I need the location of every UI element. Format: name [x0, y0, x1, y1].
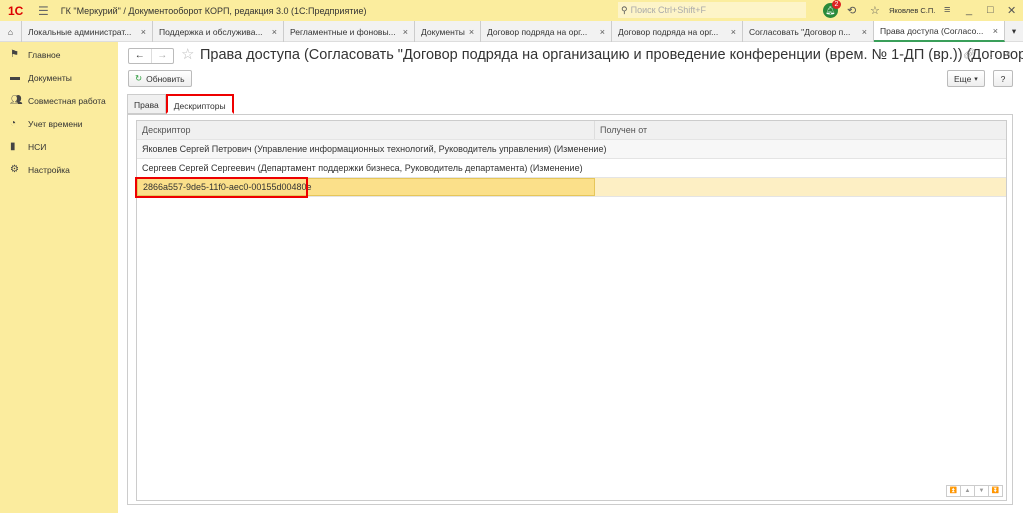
close-icon[interactable]: × — [403, 27, 408, 37]
search-icon: ⚲ — [621, 4, 628, 15]
sidebar-item-collaboration[interactable]: 👥︎ Совместная работа — [0, 89, 118, 112]
refresh-icon: ↻ — [135, 73, 143, 83]
tabs-dropdown[interactable]: ▾ — [1005, 21, 1023, 42]
column-header-received-from[interactable]: Получен от — [595, 121, 1006, 139]
sidebar-item-nsi[interactable]: ▮ НСИ — [0, 135, 118, 158]
close-icon[interactable]: × — [862, 27, 867, 37]
stopwatch-icon: ◔ — [10, 118, 17, 129]
close-icon[interactable]: × — [731, 27, 736, 37]
user-name[interactable]: Яковлев С.П. — [889, 6, 935, 15]
settings-menu-icon[interactable]: ≡ — [944, 4, 950, 16]
column-header-descriptor[interactable]: Дескриптор — [137, 121, 595, 139]
folder-icon: ▬ — [10, 72, 20, 83]
reference-books-icon: ▮ — [10, 141, 16, 152]
page-title: Права доступа (Согласовать "Договор подр… — [200, 47, 1023, 63]
table-scroll-buttons: ⏫ ▲ ▼ ⏬ — [946, 485, 1003, 497]
descriptor-cell: Сергеев Сергей Сергеевич (Департамент по… — [142, 163, 583, 173]
tab-support[interactable]: Поддержка и обслужива... × — [153, 21, 284, 42]
descriptor-cell: Яковлев Сергей Петрович (Управление инфо… — [142, 144, 607, 154]
received-from-cell — [595, 140, 1006, 158]
forward-arrow-icon[interactable]: → — [150, 49, 174, 63]
flag-icon: ⚑ — [10, 49, 19, 60]
history-icon[interactable]: ⟲ — [847, 4, 856, 17]
minimize-icon[interactable]: _ — [966, 4, 972, 16]
descriptors-table: Дескриптор Получен от Яковлев Сергей Пет… — [135, 120, 1007, 501]
tab-local-admins[interactable]: Локальные администрат... × — [22, 21, 153, 42]
link-icon[interactable]: 🔗︎ — [963, 49, 976, 60]
sidebar-item-documents[interactable]: ▬ Документы — [0, 66, 118, 89]
sidebar-item-main[interactable]: ⚑ Главное — [0, 43, 118, 66]
sidebar-item-settings[interactable]: ⚙ Настройка — [0, 158, 118, 181]
more-actions-icon[interactable]: ⋮ — [986, 49, 996, 60]
table-row[interactable]: Сергеев Сергей Сергеевич (Департамент по… — [137, 159, 1006, 178]
descriptor-cell[interactable]: 2866a557-9de5-11f0-aec0-00155d00480e — [135, 177, 595, 198]
scroll-down-icon[interactable]: ▼ — [974, 485, 989, 497]
favorites-star-icon[interactable]: ☆ — [870, 4, 880, 17]
received-from-cell — [595, 178, 1006, 196]
close-icon[interactable]: × — [993, 26, 998, 36]
app-title: ГК "Меркурий" / Документооборот КОРП, ре… — [60, 5, 367, 16]
tab-approve[interactable]: Согласовать "Договор п... × — [743, 21, 874, 42]
title-bar: 1С ☰ ГК "Меркурий" / Документооборот КОР… — [0, 0, 1023, 21]
table-header: Дескриптор Получен от — [137, 121, 1006, 140]
notification-count: 2 — [832, 0, 841, 9]
close-icon[interactable]: × — [469, 27, 474, 37]
menu-icon[interactable]: ☰ — [38, 4, 49, 18]
refresh-button[interactable]: ↻ Обновить — [128, 70, 192, 87]
close-icon[interactable]: × — [1005, 49, 1011, 60]
maximize-icon[interactable]: □ — [987, 4, 994, 16]
main-form: ← → ☆ Права доступа (Согласовать "Договор… — [118, 42, 1023, 513]
sidebar: ⚑ Главное ▬ Документы 👥︎ Совместная работа … — [0, 42, 118, 513]
tab-rights[interactable]: Права — [127, 94, 166, 114]
sidebar-item-time-tracking[interactable]: ◔ Учет времени — [0, 112, 118, 135]
tab-descriptors[interactable]: Дескрипторы — [165, 94, 234, 114]
back-arrow-icon[interactable]: ← — [129, 49, 151, 63]
tab-contract-1[interactable]: Договор подряда на орг... × — [481, 21, 612, 42]
gear-icon: ⚙ — [10, 164, 19, 175]
table-row-selected[interactable]: 2866a557-9de5-11f0-aec0-00155d00480e — [135, 177, 1006, 198]
tab-documents[interactable]: Документы × — [415, 21, 481, 42]
tab-panel: Дескриптор Получен от Яковлев Сергей Пет… — [127, 114, 1013, 505]
received-from-cell — [595, 159, 1006, 177]
scroll-bottom-icon[interactable]: ⏬ — [988, 485, 1003, 497]
nav-buttons: ← → — [128, 48, 174, 64]
search-input[interactable]: ⚲ Поиск Ctrl+Shift+F — [618, 2, 806, 18]
home-tab[interactable]: ⌂ — [0, 21, 22, 42]
tab-contract-2[interactable]: Договор подряда на орг... × — [612, 21, 743, 42]
highlight-box — [135, 177, 308, 198]
tab-scheduled-jobs[interactable]: Регламентные и фоновы... × — [284, 21, 415, 42]
chevron-down-icon: ▾ — [1011, 26, 1017, 36]
help-button[interactable]: ? — [993, 70, 1013, 87]
table-row[interactable]: Яковлев Сергей Петрович (Управление инфо… — [137, 140, 1006, 159]
scroll-up-icon[interactable]: ▲ — [960, 485, 975, 497]
close-icon[interactable]: × — [600, 27, 605, 37]
more-button[interactable]: Еще ▾ — [947, 70, 985, 87]
favorite-star-icon[interactable]: ☆ — [181, 45, 194, 63]
1c-logo: 1С — [8, 3, 24, 18]
scroll-top-icon[interactable]: ⏫ — [946, 485, 961, 497]
open-windows-tabs: ⌂ Локальные администрат... × Поддержка и … — [0, 21, 1023, 42]
users-icon: 👥︎ — [10, 95, 23, 106]
tab-access-rights[interactable]: Права доступа (Согласо... × — [874, 21, 1005, 42]
form-tabs: Права Дескрипторы — [127, 94, 234, 114]
home-icon: ⌂ — [7, 26, 14, 37]
close-icon[interactable]: × — [141, 27, 146, 37]
close-icon[interactable]: × — [272, 27, 277, 37]
chevron-down-icon: ▾ — [974, 75, 978, 83]
close-window-icon[interactable]: ✕ — [1007, 4, 1016, 17]
